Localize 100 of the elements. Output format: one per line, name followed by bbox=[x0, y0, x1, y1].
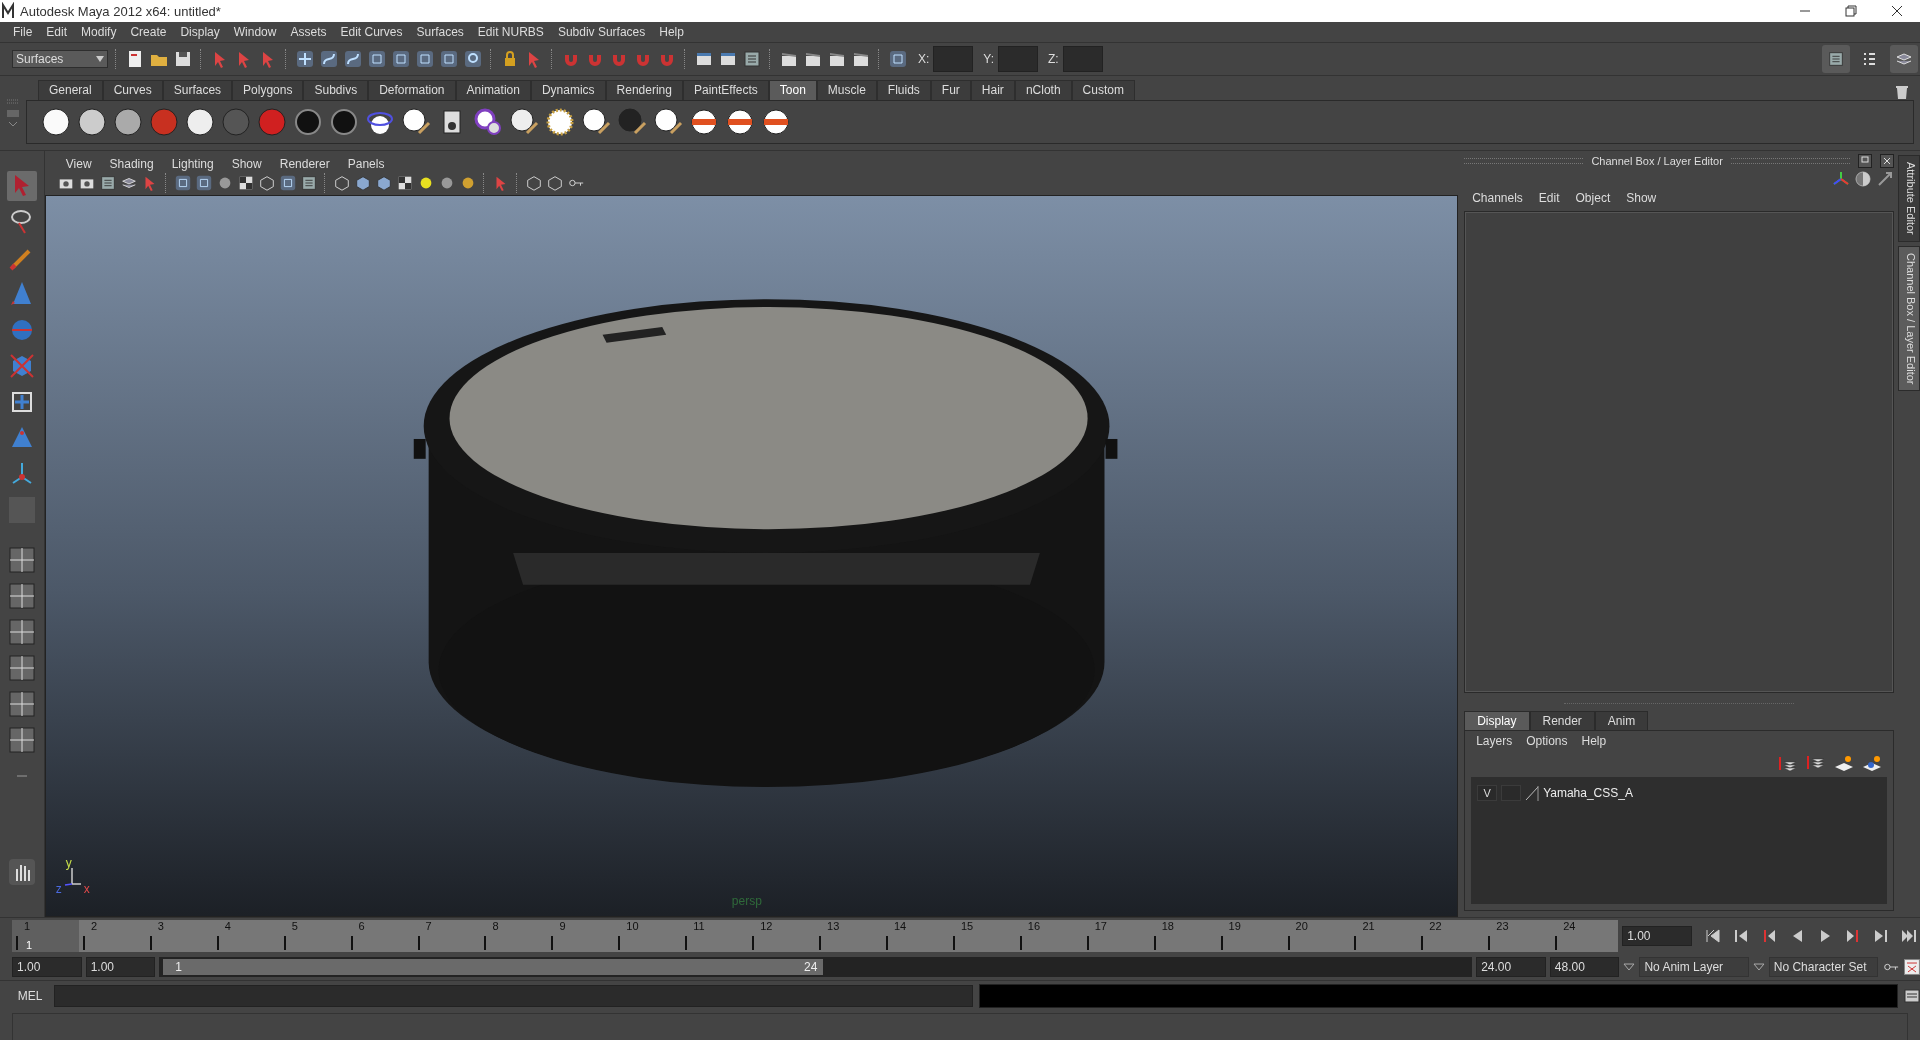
grid-icon[interactable] bbox=[439, 49, 459, 69]
ring-icon[interactable] bbox=[293, 107, 323, 137]
half-circle-icon[interactable] bbox=[1854, 170, 1873, 188]
shelf-tab[interactable]: Hair bbox=[970, 80, 1015, 100]
start-time-field[interactable]: 1.00 bbox=[12, 957, 82, 977]
sphere-brush-icon[interactable] bbox=[581, 107, 611, 137]
wireframe-cube-icon[interactable] bbox=[257, 174, 276, 192]
close-icon[interactable] bbox=[1880, 154, 1895, 168]
panel-icon[interactable] bbox=[98, 174, 117, 192]
shelf-tab[interactable]: Deformation bbox=[368, 80, 456, 100]
playback-start-field[interactable]: 1.00 bbox=[85, 957, 156, 977]
banded-sphere-icon[interactable] bbox=[689, 107, 719, 137]
end-time-field[interactable]: 48.00 bbox=[1549, 957, 1620, 977]
color-swatch-icon[interactable] bbox=[1525, 785, 1540, 801]
grid-icon[interactable] bbox=[367, 49, 387, 69]
layer-tab[interactable]: Display bbox=[1464, 711, 1530, 730]
menu-item[interactable]: Modify bbox=[74, 25, 124, 39]
shelf-tab[interactable]: nCloth bbox=[1014, 80, 1072, 100]
layer-name[interactable]: Yamaha_CSS_A bbox=[1543, 786, 1633, 800]
playback-end-field[interactable]: 24.00 bbox=[1476, 957, 1546, 977]
banded-sphere-icon[interactable] bbox=[761, 107, 791, 137]
grid-icon[interactable] bbox=[173, 174, 192, 192]
go-to-start-icon[interactable] bbox=[1704, 927, 1722, 945]
coordinate-field[interactable] bbox=[998, 46, 1039, 72]
wireframe-cube-icon[interactable] bbox=[545, 174, 564, 192]
pin-arrow-icon[interactable] bbox=[1876, 170, 1895, 188]
shelf-tab[interactable]: PaintEffects bbox=[682, 80, 769, 100]
step-back-key-icon[interactable] bbox=[1732, 927, 1750, 945]
ring-icon[interactable] bbox=[329, 107, 359, 137]
caret-icon[interactable] bbox=[1752, 962, 1765, 972]
sphere-brush-icon[interactable] bbox=[401, 107, 431, 137]
menu-item[interactable]: Create bbox=[123, 25, 174, 39]
sphere-icon[interactable] bbox=[185, 107, 215, 137]
command-input[interactable] bbox=[53, 985, 973, 1007]
menu-item[interactable]: File bbox=[6, 25, 40, 39]
grid-icon[interactable] bbox=[391, 49, 411, 69]
layer-tab[interactable]: Render bbox=[1529, 711, 1595, 730]
script-editor-icon[interactable] bbox=[1904, 988, 1920, 1004]
dotted-sphere-icon[interactable] bbox=[545, 107, 575, 137]
side-tab[interactable]: Attribute Editor bbox=[1898, 155, 1920, 242]
step-forward-key-icon[interactable] bbox=[1872, 927, 1890, 945]
visibility-toggle[interactable]: V bbox=[1477, 785, 1498, 801]
plus-icon[interactable] bbox=[295, 49, 315, 69]
shelf-tab[interactable]: Custom bbox=[1071, 80, 1135, 100]
sphere-brush-icon[interactable] bbox=[617, 107, 647, 137]
restore-icon[interactable] bbox=[1845, 5, 1857, 17]
panel-menu-item[interactable]: View bbox=[56, 157, 101, 171]
layer-tab[interactable]: Anim bbox=[1594, 711, 1649, 730]
attribute-editor-button[interactable] bbox=[1822, 45, 1850, 73]
panel-menu-item[interactable]: Show bbox=[222, 157, 271, 171]
layer-menu-item[interactable]: Options bbox=[1519, 734, 1575, 748]
panel-icon[interactable] bbox=[299, 174, 318, 192]
curve-icon[interactable] bbox=[319, 49, 339, 69]
range-slider-bar[interactable]: 1 24 bbox=[163, 959, 824, 975]
channel-menu-item[interactable]: Object bbox=[1567, 191, 1619, 205]
shelf-tab[interactable]: Toon bbox=[768, 80, 817, 100]
sphere-icon[interactable] bbox=[41, 107, 71, 137]
channel-menu-item[interactable]: Edit bbox=[1530, 191, 1568, 205]
coordinate-field[interactable] bbox=[933, 46, 974, 72]
channel-menu-item[interactable]: Channels bbox=[1464, 191, 1531, 205]
character-set-dropdown[interactable]: No Character Set bbox=[1768, 957, 1879, 977]
shelf-tab[interactable]: Fur bbox=[930, 80, 971, 100]
coordinate-field[interactable] bbox=[1062, 46, 1103, 72]
command-language-label[interactable]: MEL bbox=[12, 989, 48, 1003]
save-icon[interactable] bbox=[173, 49, 193, 69]
ring-icon[interactable] bbox=[463, 49, 483, 69]
curve-icon[interactable] bbox=[343, 49, 363, 69]
shelf-tab[interactable]: Animation bbox=[455, 80, 531, 100]
cube-icon[interactable] bbox=[353, 174, 372, 192]
wireframe-cube-icon[interactable] bbox=[524, 174, 543, 192]
grid-icon[interactable] bbox=[888, 49, 908, 69]
go-to-end-icon[interactable] bbox=[1900, 927, 1918, 945]
axes-icon[interactable] bbox=[1832, 170, 1851, 188]
caret-icon[interactable] bbox=[1623, 962, 1636, 972]
panel-menu-item[interactable]: Shading bbox=[100, 157, 163, 171]
menu-item[interactable]: Edit Curves bbox=[333, 25, 410, 39]
hand-icon[interactable] bbox=[6, 857, 37, 887]
grid-icon[interactable] bbox=[278, 174, 297, 192]
single-view-layout-icon[interactable] bbox=[6, 545, 37, 575]
menu-item[interactable]: Assets bbox=[283, 25, 334, 39]
panel-icon[interactable] bbox=[742, 49, 762, 69]
sphere-icon[interactable] bbox=[113, 107, 143, 137]
shelf-tab[interactable]: General bbox=[38, 80, 103, 100]
channel-menu-item[interactable]: Show bbox=[1618, 191, 1665, 205]
grid-icon[interactable] bbox=[194, 174, 213, 192]
close-icon[interactable] bbox=[1891, 5, 1903, 17]
banded-sphere-icon[interactable] bbox=[725, 107, 755, 137]
time-slider[interactable]: 1 1 2 3 4 5 6 7 8 9 10 11 12 13 14 15 16 17 18 19 20 21 22 23 24 bbox=[12, 920, 1619, 952]
layer-menu-item[interactable]: Help bbox=[1574, 734, 1614, 748]
sphere-icon[interactable] bbox=[77, 107, 107, 137]
anim-layer-dropdown[interactable]: No Anim Layer bbox=[1639, 957, 1749, 977]
shelf-tab[interactable]: Fluids bbox=[876, 80, 931, 100]
float-icon[interactable] bbox=[1858, 154, 1873, 168]
shelf-tab[interactable]: Dynamics bbox=[530, 80, 606, 100]
sphere-brush-icon[interactable] bbox=[653, 107, 683, 137]
panel-menu-item[interactable]: Panels bbox=[338, 157, 394, 171]
menu-item[interactable]: Display bbox=[173, 25, 227, 39]
panel-menu-item[interactable]: Renderer bbox=[270, 157, 339, 171]
shelf-tab[interactable]: Subdivs bbox=[303, 80, 369, 100]
panel-menu-item[interactable]: Lighting bbox=[162, 157, 223, 171]
